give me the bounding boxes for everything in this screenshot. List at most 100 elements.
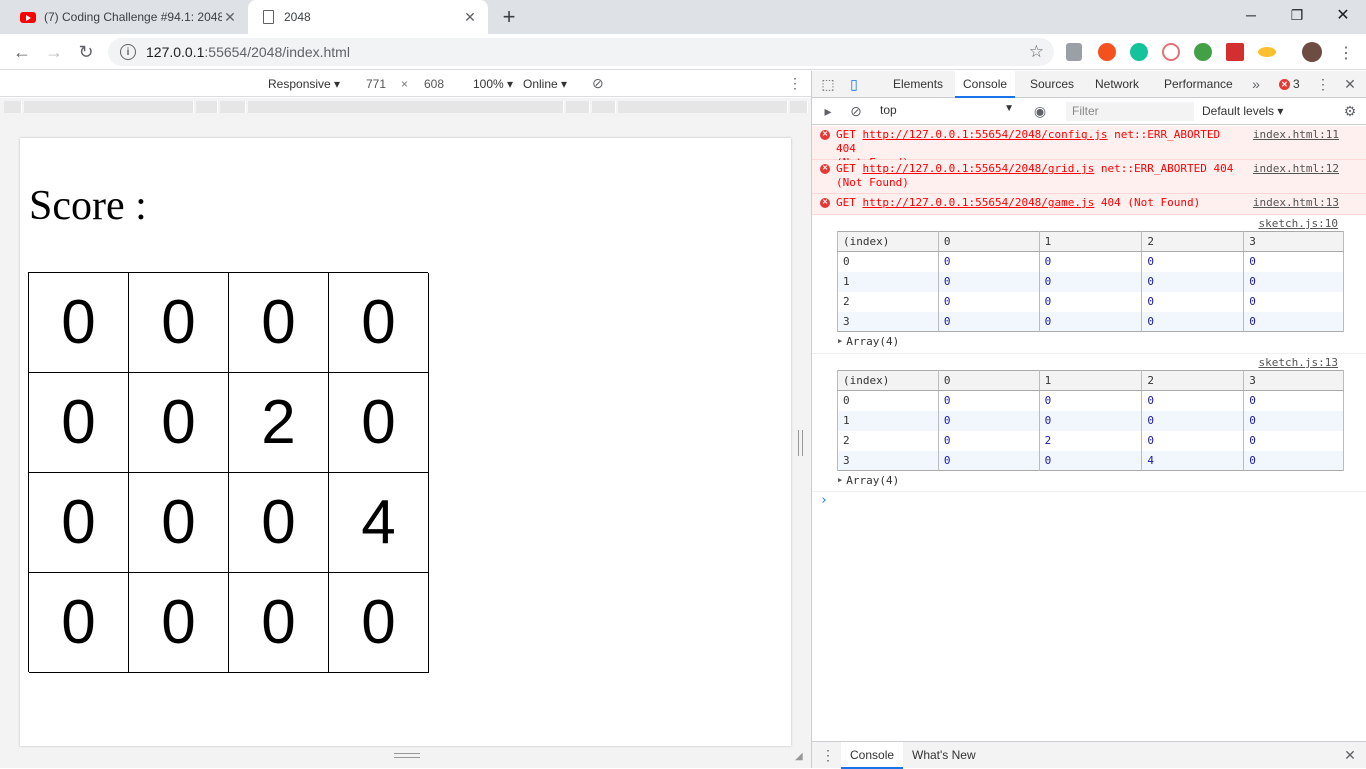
- pdf-extension-icon[interactable]: [1226, 43, 1244, 61]
- browser-tab-youtube[interactable]: (7) Coding Challenge #94.1: 2048 ✕: [8, 0, 248, 34]
- table-cell: 0: [1243, 311, 1344, 332]
- devtools-menu-icon[interactable]: ⋮: [1315, 76, 1331, 92]
- console-prompt[interactable]: ›: [820, 493, 828, 508]
- close-window-button[interactable]: ✕: [1320, 0, 1366, 30]
- context-select[interactable]: top ▼: [880, 103, 1014, 120]
- table-row: 20000: [837, 291, 1344, 312]
- reload-button[interactable]: ↻: [74, 40, 98, 64]
- address-bar[interactable]: i 127.0.0.1:55654/2048/index.html ☆: [108, 38, 1054, 66]
- table-header-cell[interactable]: 1: [1038, 231, 1143, 252]
- table-cell: 0: [1141, 291, 1245, 312]
- table-header-cell[interactable]: 1: [1038, 370, 1143, 391]
- restore-button[interactable]: ❐: [1274, 0, 1320, 30]
- table-cell: 4: [1141, 450, 1245, 471]
- grid-cell: 0: [29, 273, 129, 373]
- grid-cell: 0: [229, 573, 329, 673]
- array-expander[interactable]: Array(4): [838, 335, 899, 348]
- log-levels-select[interactable]: Default levels ▾: [1202, 104, 1283, 118]
- tab-network[interactable]: Network: [1087, 71, 1147, 98]
- table-header-row: (index) 0 1 2 3: [837, 231, 1344, 252]
- filter-input[interactable]: Filter: [1066, 102, 1194, 121]
- grammarly-extension-icon[interactable]: [1130, 43, 1148, 61]
- table-header-cell[interactable]: (index): [837, 370, 939, 391]
- viewport-width-resize-handle[interactable]: [798, 430, 803, 456]
- tab-performance[interactable]: Performance: [1156, 71, 1241, 98]
- minimize-button[interactable]: ─: [1228, 0, 1274, 30]
- table-cell: 0: [937, 251, 1040, 272]
- co-extension-icon[interactable]: [1258, 47, 1276, 57]
- error-url[interactable]: http://127.0.0.1:55654/2048/game.js: [863, 196, 1095, 209]
- table-header-cell[interactable]: 3: [1243, 231, 1344, 252]
- rotate-icon[interactable]: ⊘: [592, 75, 604, 92]
- table-cell: 0: [1141, 430, 1245, 451]
- sidebar-toggle-icon[interactable]: ▸: [820, 103, 836, 119]
- tab-elements[interactable]: Elements: [885, 71, 951, 98]
- drawer-tab-console[interactable]: Console: [841, 742, 904, 769]
- zoom-select[interactable]: 100% ▾: [473, 77, 513, 91]
- error-icon: ✕: [820, 198, 830, 208]
- table-header-cell[interactable]: 0: [937, 231, 1040, 252]
- console-toolbar: ▸ ⊘ top ▼ ◉ Filter Default levels ▾ ⚙: [812, 98, 1366, 125]
- clear-console-icon[interactable]: ⊘: [848, 103, 864, 119]
- tab-console[interactable]: Console: [955, 71, 1016, 98]
- shield-extension-icon[interactable]: [1066, 43, 1082, 61]
- error-source-link[interactable]: index.html:11: [1253, 128, 1339, 142]
- device-more-icon[interactable]: ⋮: [788, 75, 802, 92]
- table-header-row: (index) 0 1 2 3: [837, 370, 1344, 391]
- info-icon[interactable]: i: [120, 44, 136, 60]
- close-tab-icon[interactable]: ✕: [222, 9, 238, 25]
- network-select[interactable]: Online ▾: [523, 77, 567, 91]
- error-count-badge[interactable]: ✕ 3: [1279, 77, 1300, 91]
- eye-icon[interactable]: ◉: [1032, 103, 1048, 119]
- table-cell: 0: [1038, 291, 1143, 312]
- browser-menu-icon[interactable]: ⋮: [1338, 43, 1354, 63]
- console-settings-icon[interactable]: ⚙: [1342, 103, 1358, 119]
- profile-avatar[interactable]: [1302, 42, 1322, 62]
- error-url[interactable]: http://127.0.0.1:55654/2048/config.js: [863, 128, 1108, 141]
- browser-tab-2048[interactable]: 2048 ✕: [248, 0, 488, 34]
- forward-button[interactable]: →: [42, 40, 66, 64]
- inspect-element-icon[interactable]: ⬚: [820, 76, 836, 92]
- log-source-link[interactable]: sketch.js:13: [1259, 356, 1338, 369]
- infinity-extension-icon[interactable]: [1098, 43, 1116, 61]
- device-select[interactable]: Responsive ▾: [268, 77, 340, 91]
- table-header-cell[interactable]: 0: [937, 370, 1040, 391]
- table-header-cell[interactable]: 3: [1243, 370, 1344, 391]
- table-cell: 0: [937, 390, 1040, 411]
- table-header-cell[interactable]: 2: [1141, 231, 1245, 252]
- close-tab-icon[interactable]: ✕: [462, 9, 478, 25]
- table-cell: 0: [1038, 450, 1143, 471]
- media-query-ruler[interactable]: [0, 98, 811, 116]
- game-grid: 0000002000040000: [28, 272, 429, 673]
- viewport-height-resize-handle[interactable]: [394, 753, 420, 758]
- close-drawer-icon[interactable]: ✕: [1342, 747, 1358, 763]
- device-toggle-icon[interactable]: ▯: [846, 76, 862, 92]
- more-tabs-icon[interactable]: »: [1248, 76, 1264, 92]
- width-input[interactable]: 771: [356, 74, 396, 94]
- new-tab-button[interactable]: +: [498, 6, 520, 28]
- table-cell: 0: [937, 450, 1040, 471]
- table-header-cell[interactable]: 2: [1141, 370, 1245, 391]
- table-cell: 2: [837, 291, 939, 312]
- table-cell: 0: [1243, 291, 1344, 312]
- back-button[interactable]: ←: [10, 40, 34, 64]
- device-mode-label: Responsive: [268, 77, 331, 91]
- blocked-extension-icon[interactable]: [1162, 43, 1180, 61]
- height-input[interactable]: 608: [414, 74, 454, 94]
- grid-cell: 0: [329, 573, 429, 673]
- tab-sources[interactable]: Sources: [1022, 71, 1082, 98]
- error-url[interactable]: http://127.0.0.1:55654/2048/grid.js: [863, 162, 1095, 175]
- grid-cell: 0: [229, 473, 329, 573]
- error-source-link[interactable]: index.html:12: [1253, 162, 1339, 176]
- globe-extension-icon[interactable]: [1194, 43, 1212, 61]
- error-icon: ✕: [820, 164, 830, 174]
- table-header-cell[interactable]: (index): [837, 231, 939, 252]
- array-expander[interactable]: Array(4): [838, 474, 899, 487]
- drawer-tab-whats-new[interactable]: What's New: [903, 742, 985, 769]
- viewport-corner-resize-handle[interactable]: ◢: [795, 751, 807, 763]
- log-source-link[interactable]: sketch.js:10: [1259, 217, 1338, 230]
- error-source-link[interactable]: index.html:13: [1253, 196, 1339, 210]
- bookmark-star-icon[interactable]: ☆: [1029, 42, 1044, 62]
- close-devtools-icon[interactable]: ✕: [1342, 76, 1358, 92]
- drawer-menu-icon[interactable]: ⋮: [820, 747, 836, 763]
